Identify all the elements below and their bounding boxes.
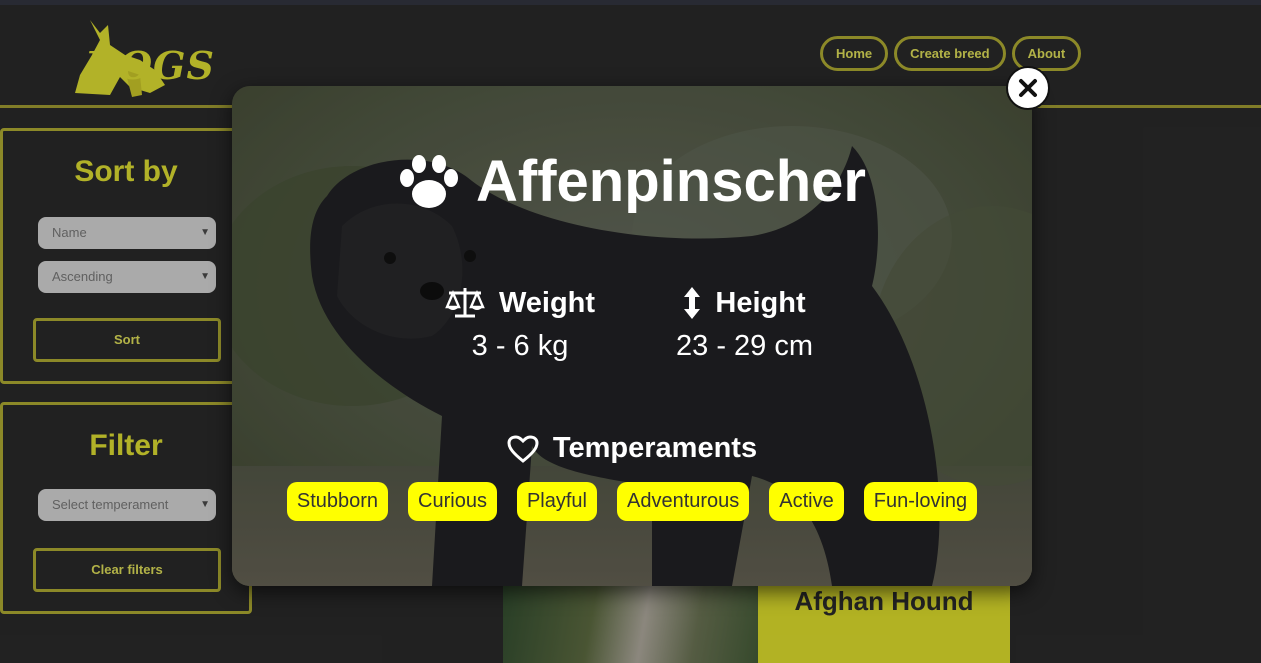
temperament-chip: Fun-loving: [863, 482, 978, 521]
breed-name: Affenpinscher: [476, 149, 866, 214]
temperament-chip: Adventurous: [616, 482, 750, 521]
temperament-chip: Playful: [516, 482, 597, 521]
temperament-chip: Curious: [408, 482, 497, 521]
height-value: 23 - 29 cm: [676, 330, 813, 362]
height-label: Height: [715, 286, 806, 319]
temperament-chip: Active: [769, 482, 844, 521]
paw-icon: [400, 154, 459, 208]
temperaments-heading: Temperaments: [232, 432, 1032, 465]
height-stat: Height 23 - 29 cm: [662, 286, 827, 363]
temperament-chip: Stubborn: [286, 482, 389, 521]
temperament-chips: Stubborn Curious Playful Adventurous Act…: [232, 482, 1032, 521]
scale-icon: [445, 288, 485, 318]
weight-value: 3 - 6 kg: [471, 330, 569, 362]
temperaments-label: Temperaments: [552, 432, 758, 464]
breed-detail-modal: Affenpinscher Weight 3 - 6 kg Height 23 …: [232, 86, 1032, 586]
weight-label: Weight: [498, 286, 596, 319]
close-modal-button[interactable]: [1006, 66, 1050, 110]
heart-icon: [507, 434, 539, 463]
modal-title: Affenpinscher: [232, 148, 1032, 215]
weight-stat: Weight 3 - 6 kg: [440, 286, 600, 363]
vertical-arrows-icon: [684, 287, 701, 319]
close-icon: [1019, 79, 1037, 97]
